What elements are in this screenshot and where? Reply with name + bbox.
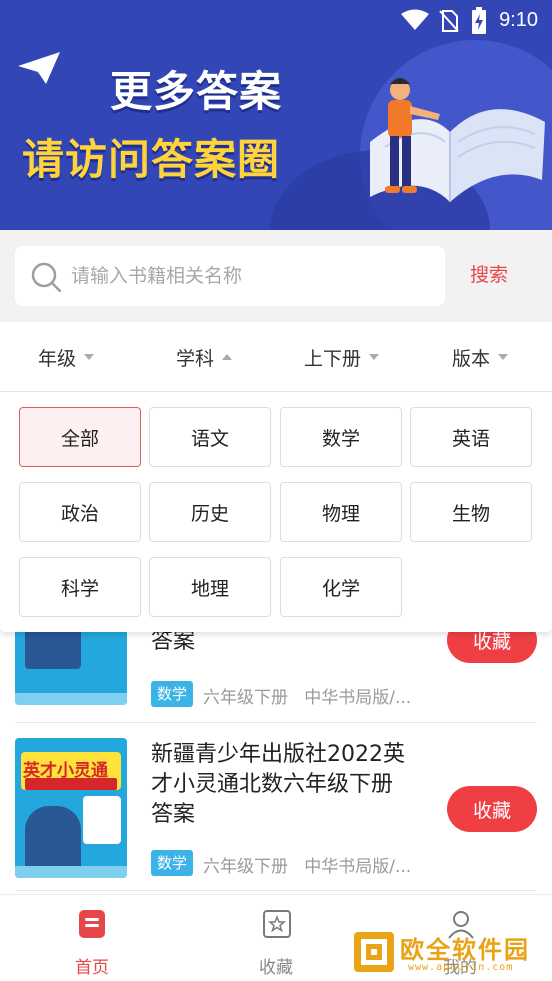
subject-tag: 数学 <box>151 681 194 707</box>
subject-option-politics[interactable]: 政治 <box>19 482 141 542</box>
subject-option-biology[interactable]: 生物 <box>410 482 532 542</box>
promo-banner[interactable]: 9:10 更多答案 请访问答案圈 <box>0 0 552 230</box>
collect-button[interactable]: 收藏 <box>447 786 537 832</box>
home-book-icon <box>79 910 105 938</box>
book-title-line: 才小灵通北数六年级下册 <box>151 772 394 797</box>
subject-option-physics[interactable]: 物理 <box>280 482 402 542</box>
tab-label: 收藏 <box>259 958 293 978</box>
book-title-line: 答案 <box>151 802 196 827</box>
tab-home[interactable]: 首页 <box>42 895 142 981</box>
list-item[interactable]: 英才小灵通 新疆青少年出版社2022英 才小灵通北数六年级下册 答案 数学 六年… <box>15 738 537 883</box>
banner-subheadline: 请访问答案圈 <box>22 135 281 184</box>
watermark-logo-icon <box>354 932 394 972</box>
subject-option-geography[interactable]: 地理 <box>149 557 271 617</box>
subject-option-chinese[interactable]: 语文 <box>149 407 271 467</box>
book-edition: 中华书局版/... <box>304 688 412 708</box>
chevron-down-icon <box>369 354 380 360</box>
filter-edition[interactable]: 版本 <box>452 322 509 392</box>
filter-bar: 年级 学科 上下册 版本 <box>0 322 552 392</box>
reading-person-illustration <box>370 78 545 202</box>
subject-dropdown: 全部 语文 数学 英语 政治 历史 物理 生物 科学 地理 化学 <box>0 392 552 632</box>
subject-option-english[interactable]: 英语 <box>410 407 532 467</box>
book-meta: 六年级下册 中华书局版/... <box>203 852 411 877</box>
search-input[interactable] <box>71 260 431 292</box>
book-edition: 中华书局版/... <box>304 857 412 877</box>
filter-grade[interactable]: 年级 <box>38 322 95 392</box>
subject-option-science[interactable]: 科学 <box>19 557 141 617</box>
wifi-icon <box>401 9 429 30</box>
tab-favorites[interactable]: 收藏 <box>226 895 326 981</box>
filter-label: 版本 <box>452 347 491 370</box>
subject-option-chemistry[interactable]: 化学 <box>280 557 402 617</box>
search-icon <box>31 262 61 292</box>
divider <box>15 890 537 891</box>
filter-label: 学科 <box>176 347 215 370</box>
status-bar: 9:10 <box>0 0 552 40</box>
chevron-down-icon <box>498 354 509 360</box>
filter-label: 上下册 <box>304 347 362 370</box>
subject-tag: 数学 <box>151 850 194 876</box>
watermark-text: 欧全软件园 <box>400 936 530 964</box>
filter-volume[interactable]: 上下册 <box>304 322 380 392</box>
filter-subject[interactable]: 学科 <box>176 322 233 392</box>
book-grade: 六年级下册 <box>203 688 288 708</box>
paper-plane-icon <box>18 52 60 84</box>
book-cover: 英才小灵通 <box>15 738 127 878</box>
battery-charging-icon <box>472 7 486 34</box>
divider <box>15 722 537 723</box>
watermark: 欧全软件园 www.apoujin.com <box>352 928 548 976</box>
search-button[interactable]: 搜索 <box>470 260 508 287</box>
subject-option-all[interactable]: 全部 <box>19 407 141 467</box>
no-sim-icon <box>439 10 459 32</box>
tab-label: 首页 <box>75 958 109 978</box>
banner-headline: 更多答案 <box>110 67 283 116</box>
chevron-down-icon <box>84 354 95 360</box>
book-meta: 六年级下册 中华书局版/... <box>203 683 411 708</box>
star-box-icon <box>263 910 291 938</box>
status-time: 9:10 <box>499 9 538 31</box>
search-section: 搜索 <box>0 230 552 322</box>
watermark-url: www.apoujin.com <box>408 962 514 973</box>
book-title: 新疆青少年出版社2022英 才小灵通北数六年级下册 答案 <box>151 740 431 830</box>
subject-option-math[interactable]: 数学 <box>280 407 402 467</box>
book-title-line: 新疆青少年出版社2022英 <box>151 742 405 767</box>
search-box[interactable] <box>15 246 445 306</box>
filter-label: 年级 <box>38 347 77 370</box>
book-grade: 六年级下册 <box>203 857 288 877</box>
subject-option-history[interactable]: 历史 <box>149 482 271 542</box>
chevron-up-icon <box>222 354 233 360</box>
